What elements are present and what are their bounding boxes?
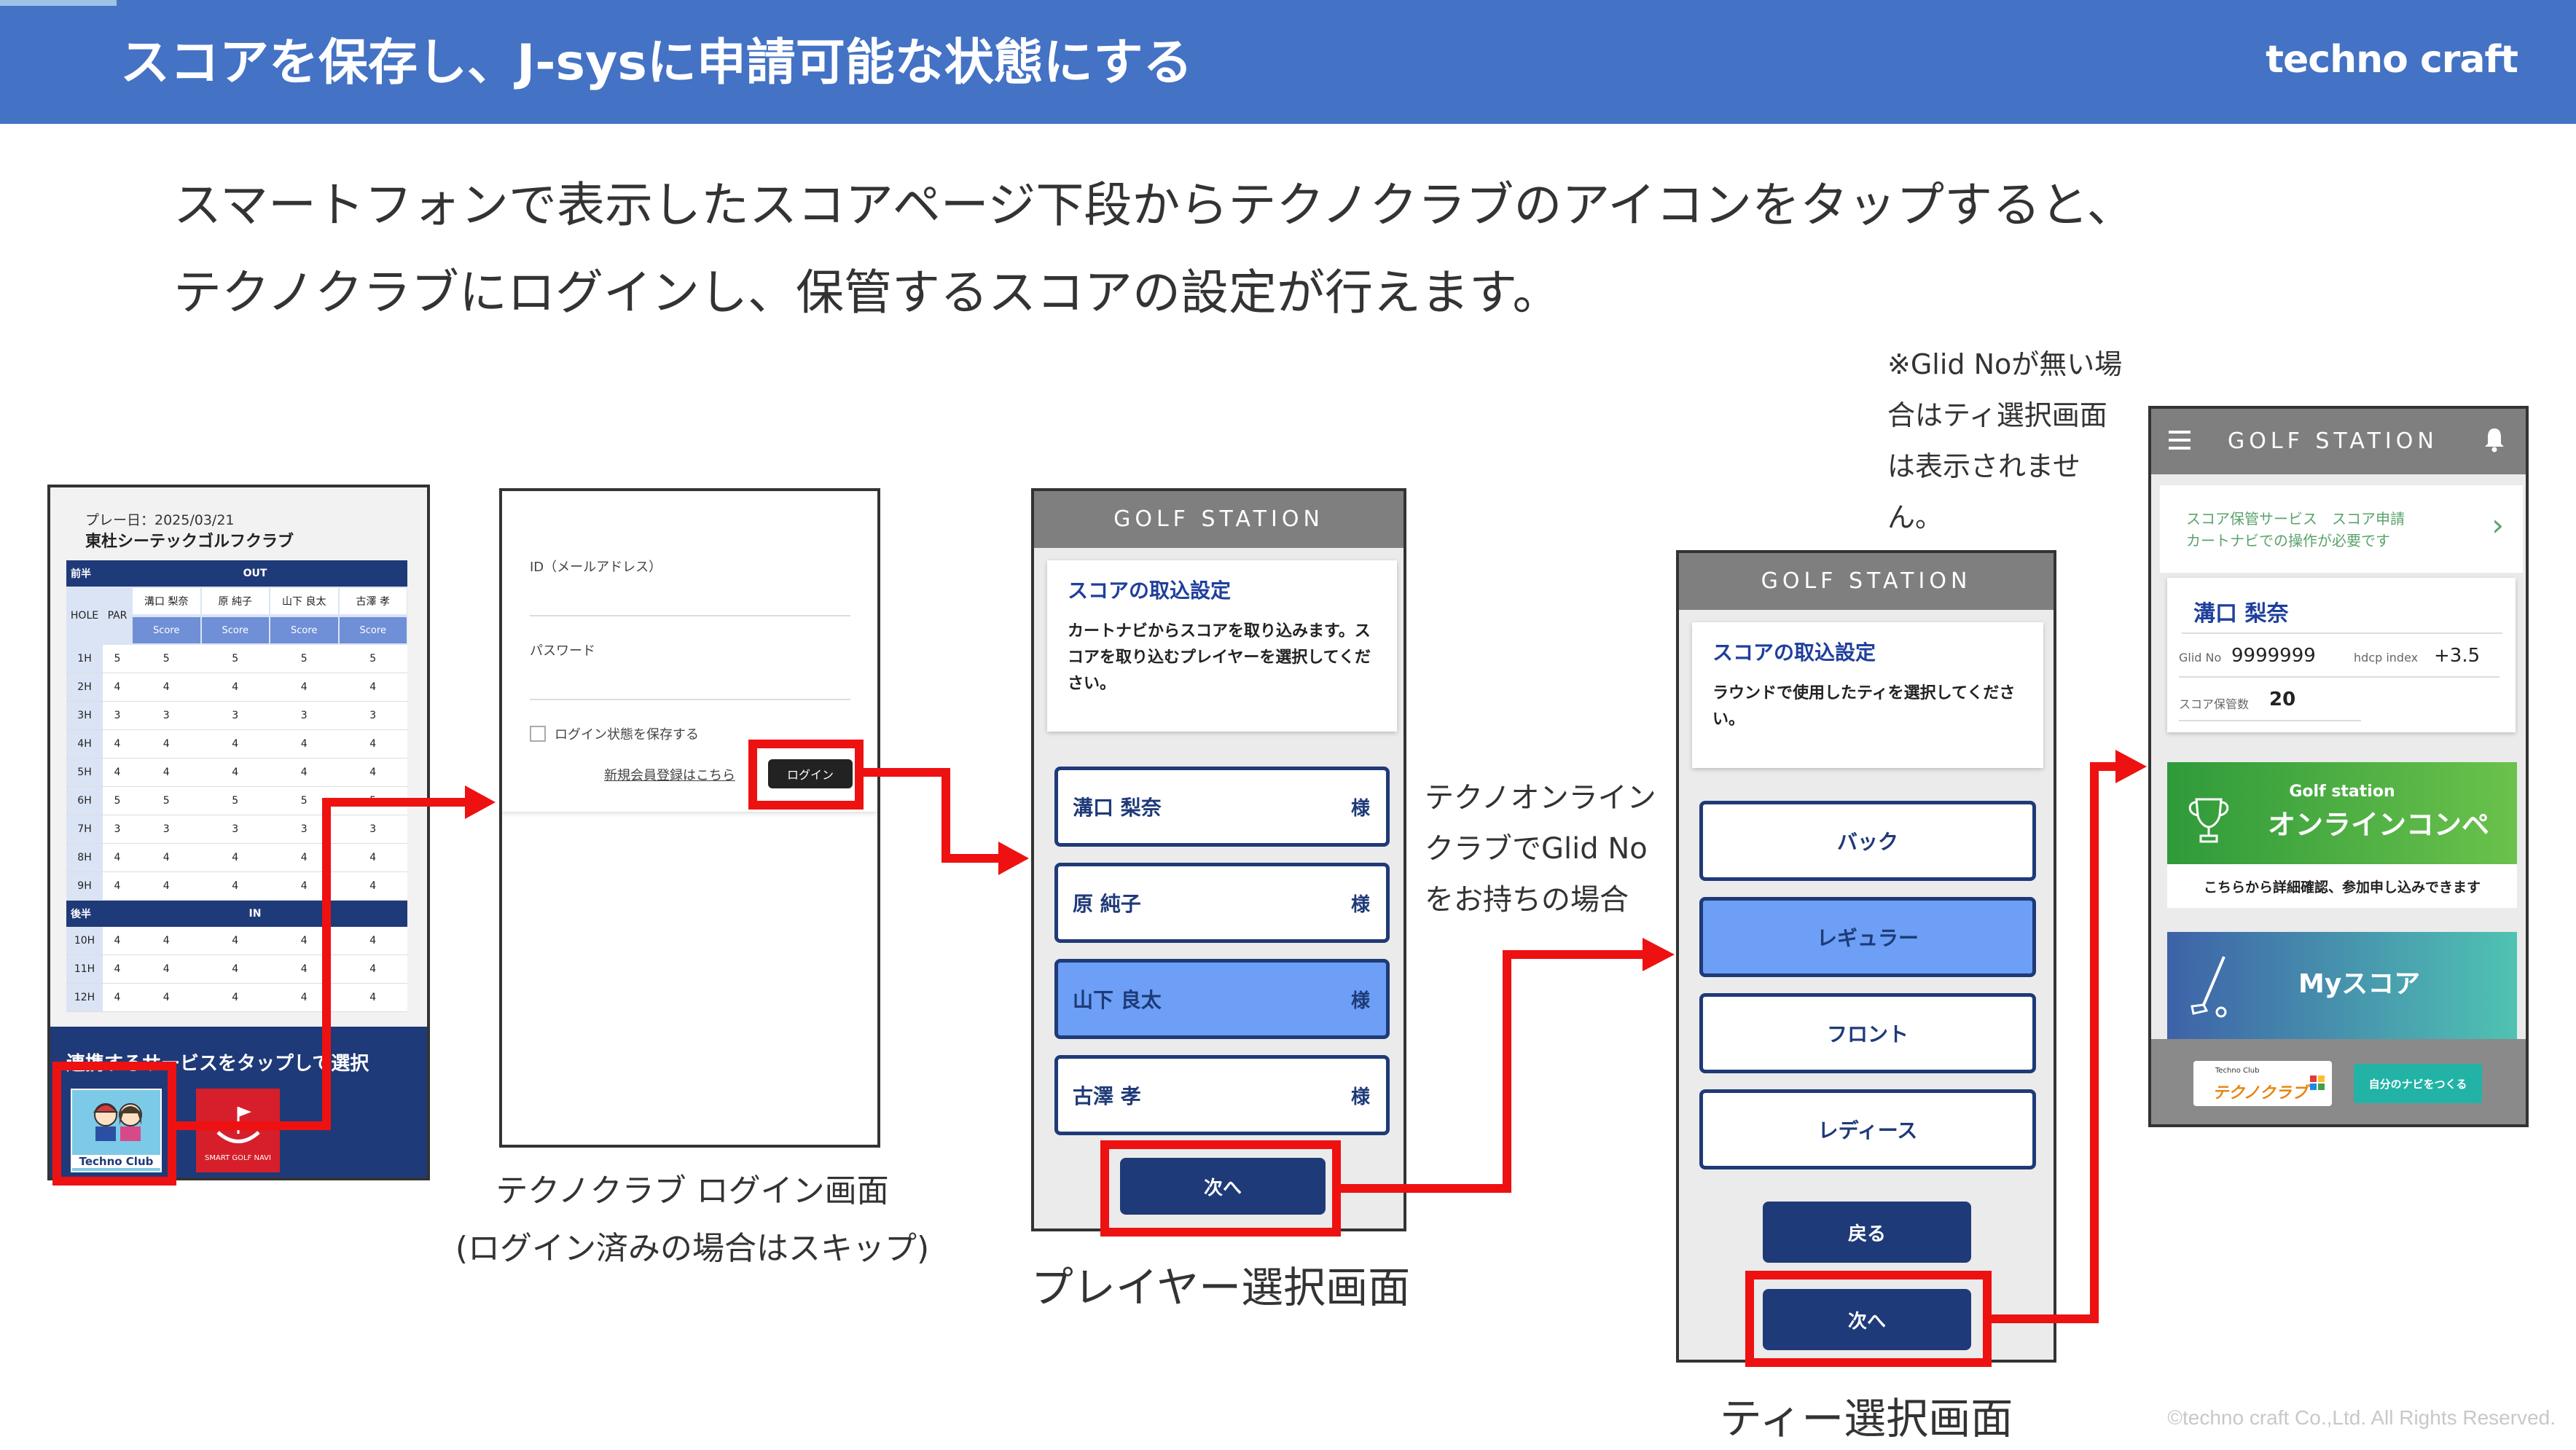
player-caption: プレイヤー選択画面 <box>1030 1263 1411 1312</box>
tee-caption: ティー選択画面 <box>1719 1394 2013 1443</box>
flow-arrow-3 <box>1341 950 1644 1193</box>
flow-arrow-1 <box>176 798 466 1130</box>
flow-arrow-4-head <box>2115 750 2147 783</box>
login-caption-1: テクノクラブ ログイン画面 <box>496 1172 889 1210</box>
flow-arrows <box>176 750 2147 1323</box>
flow-arrow-4 <box>1992 762 2117 1323</box>
flow-arrow-3-head <box>1643 938 1675 971</box>
copyright: ©techno craft Co.,Ltd. All Rights Reserv… <box>2167 1406 2556 1429</box>
login-caption-2: (ログイン済みの場合はスキップ) <box>455 1230 930 1267</box>
flow-arrow-2-head <box>998 842 1029 875</box>
flow-arrow-2 <box>864 768 1000 863</box>
flow-arrow-1-head <box>465 785 496 819</box>
